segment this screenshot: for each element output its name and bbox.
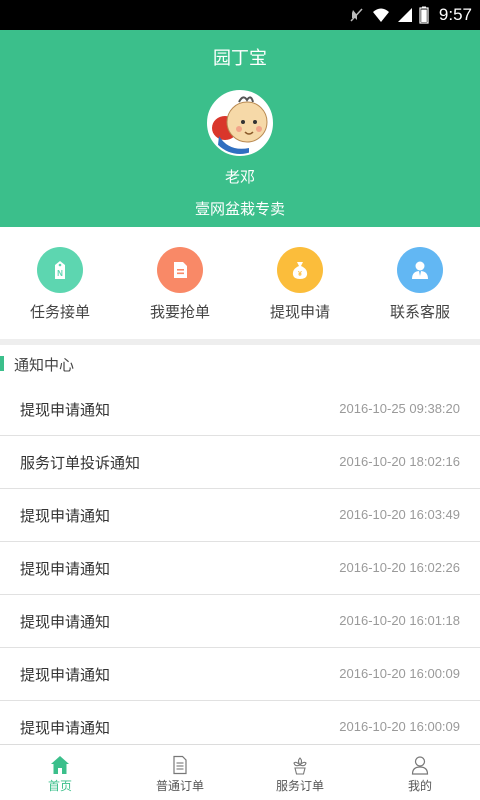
notification-title: 提现申请通知 [20, 560, 111, 578]
notification-center-title: 通知中心 [14, 356, 75, 374]
quick-actions: N 任务接单 我要抢单 ¥ 提现申请 联系客服 [0, 227, 480, 339]
tab-home[interactable]: 首页 [0, 745, 120, 800]
svg-text:N: N [57, 269, 63, 278]
notification-time: 2016-10-20 16:02:26 [339, 560, 460, 575]
notification-title: 提现申请通知 [20, 507, 111, 525]
shop-name: 壹网盆栽专卖 [194, 200, 285, 218]
notification-time: 2016-10-20 16:01:18 [339, 613, 460, 628]
customer-service-icon [397, 247, 443, 293]
action-grab-order[interactable]: 我要抢单 [120, 227, 240, 339]
section-accent-bar [0, 356, 4, 371]
notification-time: 2016-10-25 09:38:20 [339, 401, 460, 416]
notification-time: 2016-10-20 16:00:09 [339, 719, 460, 734]
tab-mine[interactable]: 我的 [360, 745, 480, 800]
action-label: 提现申请 [269, 303, 330, 321]
list-item[interactable]: 提现申请通知 2016-10-20 16:03:49 [0, 489, 480, 542]
signal-icon [397, 8, 412, 22]
list-item[interactable]: 提现申请通知 2016-10-25 09:38:20 [0, 383, 480, 436]
profile-header: 园丁宝 老邓 壹网盆栽专卖 [0, 30, 480, 227]
action-withdraw[interactable]: ¥ 提现申请 [240, 227, 360, 339]
order-list-icon [173, 755, 187, 775]
flower-icon [293, 757, 307, 775]
notification-title: 服务订单投诉通知 [20, 454, 141, 472]
notification-title: 提现申请通知 [20, 666, 111, 684]
notification-time: 2016-10-20 16:03:49 [339, 507, 460, 522]
tab-label: 服务订单 [275, 779, 324, 793]
list-item[interactable]: 提现申请通知 2016-10-20 16:00:09 [0, 648, 480, 701]
battery-icon [419, 6, 429, 24]
bottom-nav: 首页 普通订单 服务订单 我的 [0, 744, 480, 800]
tab-label: 我的 [407, 779, 432, 793]
notification-title: 提现申请通知 [20, 613, 111, 631]
user-name: 老邓 [224, 168, 255, 186]
list-item[interactable]: 服务订单投诉通知 2016-10-20 18:02:16 [0, 436, 480, 489]
avatar[interactable] [207, 90, 273, 156]
wifi-icon [372, 8, 389, 22]
money-bag-icon: ¥ [277, 247, 323, 293]
tab-label: 首页 [47, 779, 72, 793]
notification-time: 2016-10-20 16:00:09 [339, 666, 460, 681]
avatar-image [209, 92, 271, 154]
notification-list: 提现申请通知 2016-10-25 09:38:20 服务订单投诉通知 2016… [0, 383, 480, 754]
user-icon [411, 756, 429, 775]
tab-label: 普通订单 [155, 779, 204, 793]
app-title: 园丁宝 [213, 48, 267, 69]
notification-title: 提现申请通知 [20, 401, 111, 419]
home-icon [51, 756, 69, 774]
svg-text:¥: ¥ [298, 271, 302, 278]
notification-time: 2016-10-20 18:02:16 [339, 454, 460, 469]
action-label: 联系客服 [389, 303, 450, 321]
list-item[interactable]: 提现申请通知 2016-10-20 16:01:18 [0, 595, 480, 648]
tab-service-orders[interactable]: 服务订单 [240, 745, 360, 800]
status-bar: 9:57 [0, 0, 480, 30]
action-task-accept[interactable]: N 任务接单 [0, 227, 120, 339]
action-contact-service[interactable]: 联系客服 [360, 227, 480, 339]
document-icon [157, 247, 203, 293]
tab-normal-orders[interactable]: 普通订单 [120, 745, 240, 800]
status-time: 9:57 [438, 5, 472, 24]
notification-center-header: 通知中心 [0, 345, 480, 383]
notification-title: 提现申请通知 [20, 719, 111, 737]
task-tag-icon: N [37, 247, 83, 293]
mute-icon [350, 8, 363, 22]
action-label: 我要抢单 [149, 303, 210, 321]
list-item[interactable]: 提现申请通知 2016-10-20 16:02:26 [0, 542, 480, 595]
action-label: 任务接单 [29, 303, 90, 321]
